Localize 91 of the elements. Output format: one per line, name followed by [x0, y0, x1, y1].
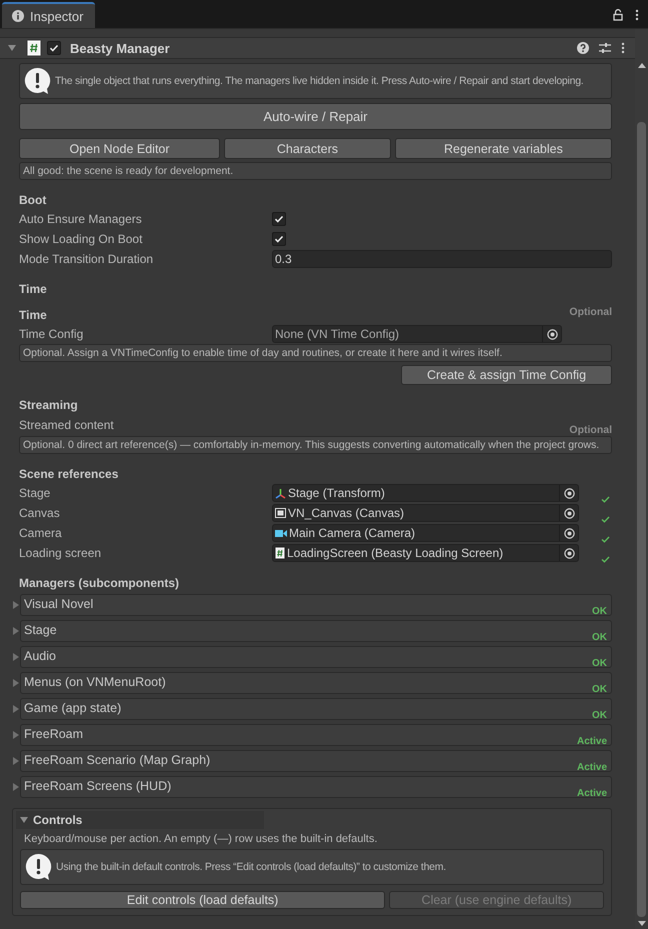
field-label: Streamed content — [19, 418, 115, 432]
enabled-checkbox[interactable] — [47, 41, 61, 55]
speech-bubble-exclamation-icon — [25, 853, 52, 881]
check-icon — [601, 556, 610, 563]
info-icon — [12, 10, 24, 22]
field-label: Mode Transition Duration — [19, 252, 154, 266]
check-icon — [601, 496, 610, 503]
object-value: VN_Canvas (Canvas) — [288, 506, 406, 520]
field-label: Show Loading On Boot — [19, 232, 144, 246]
status-label: OK — [592, 606, 607, 618]
presets-icon[interactable] — [599, 42, 611, 54]
status-label: OK — [592, 684, 607, 696]
manager-foldout[interactable]: Menus (on VNMenuRoot) OK — [20, 672, 612, 694]
object-picker-icon[interactable] — [564, 488, 574, 498]
manager-foldout[interactable]: Visual Novel OK — [20, 594, 612, 616]
component-title: Beasty Manager — [70, 40, 170, 56]
manager-foldout[interactable]: FreeRoam Active — [20, 724, 612, 746]
controls-button[interactable]: Edit controls (load defaults) — [20, 891, 386, 909]
object-value: Stage (Transform) — [288, 486, 386, 500]
object-field[interactable]: Stage (Transform) — [272, 484, 579, 502]
object-picker-icon[interactable] — [564, 548, 574, 558]
status-label: OK — [592, 632, 607, 644]
section-heading: Time — [19, 308, 47, 322]
script-icon — [27, 40, 41, 56]
scroll-down-icon[interactable] — [638, 921, 646, 926]
action-button[interactable]: Regenerate variables — [394, 138, 612, 159]
section-heading: Streaming — [19, 398, 78, 412]
more-options-icon[interactable] — [635, 9, 639, 21]
object-picker-icon[interactable] — [564, 508, 574, 518]
status-message: All good: the scene is ready for development. — [19, 162, 612, 180]
status-label: Active — [576, 762, 607, 774]
object-value: Main Camera (Camera) — [289, 526, 416, 540]
section-heading: Scene references — [19, 467, 118, 481]
script-icon — [275, 547, 285, 559]
action-button[interactable]: Characters — [224, 138, 391, 159]
scroll-up-icon[interactable] — [638, 63, 646, 68]
field-label: Stage — [19, 486, 52, 500]
status-label: OK — [592, 710, 607, 722]
create-button[interactable]: Create & assign Time Config — [401, 365, 612, 385]
manager-foldout[interactable]: Game (app state) OK — [20, 698, 612, 720]
manager-foldout[interactable]: FreeRoam Screens (HUD) Active — [20, 776, 612, 798]
field-label: Loading screen — [19, 546, 102, 560]
manager-foldout[interactable]: Stage OK — [20, 620, 612, 642]
object-field[interactable]: None (VN Time Config) — [272, 325, 562, 343]
foldout-arrow-icon[interactable] — [7, 43, 17, 53]
controls-title[interactable]: Controls — [33, 813, 82, 827]
lock-icon[interactable] — [613, 9, 623, 21]
object-field[interactable]: VN_Canvas (Canvas) — [272, 504, 579, 522]
auto-wire-button[interactable]: Auto-wire / Repair — [19, 103, 612, 130]
field-label: Canvas — [19, 506, 61, 520]
object-picker-icon[interactable] — [564, 528, 574, 538]
field-label: Time Config — [19, 327, 84, 341]
manager-foldout[interactable]: Audio OK — [20, 646, 612, 668]
check-icon — [601, 516, 610, 523]
object-field[interactable]: Main Camera (Camera) — [272, 524, 579, 542]
speech-bubble-exclamation-icon — [24, 67, 51, 95]
manager-foldout[interactable]: FreeRoam Scenario (Map Graph) Active — [20, 750, 612, 772]
help-box: Optional. Assign a VNTimeConfig to enable time of day and routines, or create it here and it wires itself. — [19, 344, 612, 362]
help-text: The single object that runs everything. The managers live hidden inside it. Press Auto-wire / Repair and start developing. — [55, 75, 584, 87]
controls-description: Keyboard/mouse per action. An empty (—) row uses the built-in defaults. — [24, 833, 378, 845]
inspector-tab[interactable]: Inspector — [2, 2, 95, 28]
field-label: Camera — [19, 526, 63, 540]
action-button[interactable]: Open Node Editor — [19, 138, 220, 159]
help-icon[interactable] — [577, 42, 589, 54]
foldout-arrow-icon[interactable] — [19, 815, 29, 825]
optional-tag: Optional — [569, 424, 612, 436]
number-field[interactable]: 0.3 — [272, 250, 612, 268]
scrollbar-thumb[interactable] — [637, 122, 646, 917]
optional-tag: Optional — [569, 306, 612, 318]
section-heading: Managers (subcomponents) — [19, 576, 180, 590]
checkbox[interactable] — [272, 212, 286, 226]
checkbox[interactable] — [272, 232, 286, 246]
more-options-icon[interactable] — [621, 42, 625, 54]
transform-icon — [275, 488, 286, 498]
object-field[interactable]: LoadingScreen (Beasty Loading Screen) — [272, 544, 579, 562]
canvas-icon — [275, 508, 286, 518]
help-box: Optional. 0 direct art reference(s) — comfortably in-memory. This suggests converting automatically when the project grows. — [19, 436, 612, 454]
status-label: Active — [576, 788, 607, 800]
check-icon — [601, 536, 610, 543]
object-picker-icon[interactable] — [546, 328, 558, 340]
section-heading: Time — [19, 282, 47, 296]
check-icon — [49, 43, 59, 53]
status-label: Active — [576, 736, 607, 748]
object-value: None (VN Time Config) — [275, 327, 400, 341]
object-value: LoadingScreen (Beasty Loading Screen) — [287, 546, 504, 560]
status-label: OK — [592, 658, 607, 670]
section-heading: Boot — [19, 193, 46, 207]
camera-icon — [275, 528, 287, 538]
component-header[interactable]: Beasty Manager — [0, 37, 635, 59]
field-label: Auto Ensure Managers — [19, 212, 143, 226]
help-text: Using the built-in default controls. Press “Edit controls (load defaults)” to customize them. — [56, 861, 446, 873]
